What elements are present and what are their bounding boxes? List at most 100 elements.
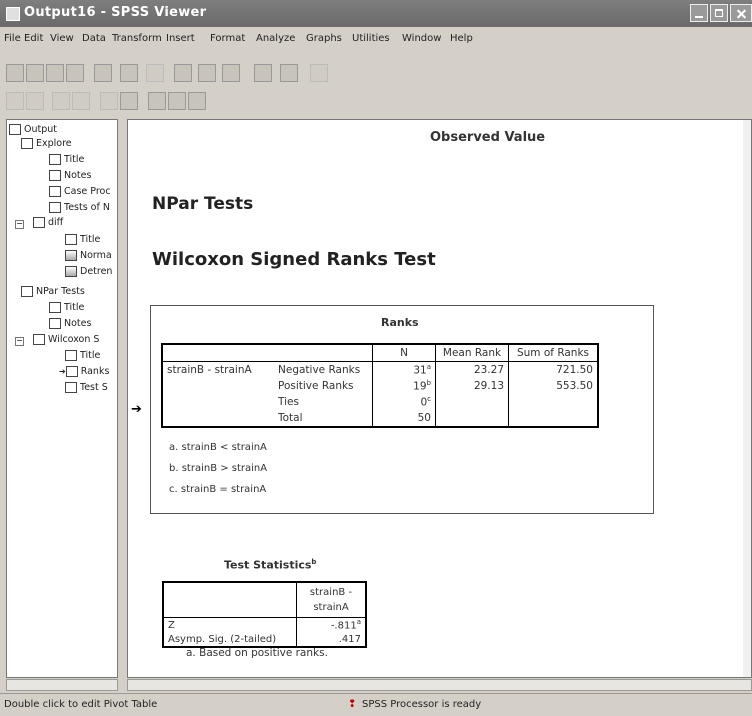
- tree-item-notes[interactable]: Notes: [49, 318, 91, 329]
- ranks-row-ties: Ties: [274, 394, 373, 410]
- variables-icon[interactable]: [222, 64, 240, 82]
- insert-heading-icon[interactable]: [148, 92, 166, 110]
- output-pane: Observed Value NPar Tests Wilcoxon Signe…: [127, 119, 752, 678]
- find-icon[interactable]: [254, 64, 272, 82]
- test-stats-footnote: a. Based on positive ranks.: [186, 647, 328, 659]
- title-icon: [65, 234, 77, 245]
- promote-icon[interactable]: [6, 92, 24, 110]
- ranks-footnote-c: c. strainB = strainA: [169, 484, 267, 495]
- ranks-positive-sum: 553.50: [556, 380, 593, 392]
- tree-item-title[interactable]: Title: [49, 154, 84, 165]
- ranks-negative-sum: 721.50: [556, 364, 593, 376]
- menu-file[interactable]: File: [4, 33, 21, 44]
- ranks-footnote-b: b. strainB > strainA: [169, 463, 268, 474]
- menu-utilities[interactable]: Utilities: [352, 33, 390, 44]
- table-icon: [49, 186, 61, 197]
- ranks-header-sum-of-ranks: Sum of Ranks: [516, 347, 590, 359]
- print-icon[interactable]: [46, 64, 64, 82]
- menu-graphs[interactable]: Graphs: [306, 33, 342, 44]
- tree-item-case-proc[interactable]: Case Proc: [49, 186, 111, 197]
- tree-item-diff[interactable]: diff: [33, 217, 63, 228]
- folder-icon: [21, 286, 33, 297]
- wilcoxon-heading: Wilcoxon Signed Ranks Test: [152, 249, 436, 270]
- insert-text-icon[interactable]: [188, 92, 206, 110]
- dialog-recall-icon[interactable]: [120, 64, 138, 82]
- ranks-row-total: Total: [274, 410, 373, 427]
- npar-tests-heading: NPar Tests: [152, 194, 254, 214]
- output-vertical-scrollbar[interactable]: [743, 120, 751, 677]
- menu-bar: File Edit View Data Transform Insert For…: [0, 31, 752, 49]
- window-title: Output16 - SPSS Viewer: [24, 5, 207, 20]
- tree-item-explore[interactable]: Explore: [21, 138, 72, 149]
- output-horizontal-scrollbar[interactable]: [127, 679, 752, 691]
- designate-window-icon[interactable]: [310, 64, 328, 82]
- app-icon: [6, 7, 20, 21]
- test-stats-column-header: strainB - strainA: [309, 587, 353, 613]
- tree-item-ranks[interactable]: ➔ Ranks: [59, 366, 109, 377]
- ranks-ties-n: 0c: [372, 394, 436, 410]
- outline-toolbar: [0, 90, 752, 116]
- ranks-pivot-table[interactable]: Ranks N Mean Rank Sum of Ranks strainB -…: [150, 305, 654, 514]
- title-bar: Output16 - SPSS Viewer: [0, 0, 752, 27]
- collapse-icon[interactable]: [72, 92, 90, 110]
- menu-view[interactable]: View: [50, 33, 74, 44]
- menu-window[interactable]: Window: [402, 33, 441, 44]
- tree-item-notes[interactable]: Notes: [49, 170, 91, 181]
- outline-pane: Output Explore Title Notes Case Proc Tes…: [6, 119, 118, 678]
- ranks-negative-n: 31a: [372, 361, 436, 378]
- folder-icon: [33, 334, 45, 345]
- close-button[interactable]: [730, 4, 752, 22]
- test-stats-row-sig: Asymp. Sig. (2-tailed): [163, 632, 297, 647]
- insert-cases-icon[interactable]: [280, 64, 298, 82]
- ranks-positive-mean: 29.13: [435, 378, 509, 394]
- tree-item-test-statistics[interactable]: Test S: [65, 382, 108, 393]
- undo-icon[interactable]: [146, 64, 164, 82]
- save-icon[interactable]: [26, 64, 44, 82]
- test-statistics-title: Test Statisticsb: [224, 558, 317, 572]
- title-icon: [49, 154, 61, 165]
- tree-expand-toggle[interactable]: −: [15, 220, 24, 229]
- ranks-total-n: 50: [372, 410, 436, 427]
- tree-item-npar-tests[interactable]: NPar Tests: [21, 286, 85, 297]
- title-icon: [65, 350, 77, 361]
- goto-case-icon[interactable]: [198, 64, 216, 82]
- menu-transform[interactable]: Transform: [112, 33, 162, 44]
- goto-data-icon[interactable]: [174, 64, 192, 82]
- print-preview-icon[interactable]: [66, 64, 84, 82]
- open-icon[interactable]: [6, 64, 24, 82]
- tree-item-title[interactable]: Title: [65, 350, 100, 361]
- tree-item-title[interactable]: Title: [65, 234, 100, 245]
- processor-status: SPSS Processor is ready: [362, 699, 482, 710]
- tree-expand-toggle[interactable]: −: [15, 337, 24, 346]
- outline-horizontal-scrollbar[interactable]: [6, 679, 118, 691]
- chart-icon: [65, 250, 77, 261]
- tree-item-output[interactable]: Output: [9, 124, 57, 135]
- test-stats-row-z: Z: [163, 617, 297, 632]
- insert-title-icon[interactable]: [168, 92, 186, 110]
- ranks-table-title: Ranks: [381, 316, 419, 329]
- menu-format[interactable]: Format: [210, 33, 245, 44]
- expand-icon[interactable]: [52, 92, 70, 110]
- menu-analyze[interactable]: Analyze: [256, 33, 295, 44]
- ranks-positive-n: 19b: [372, 378, 436, 394]
- minimize-button[interactable]: [690, 4, 708, 22]
- tree-item-wilcoxon[interactable]: Wilcoxon S: [33, 334, 99, 345]
- folder-icon: [21, 138, 33, 149]
- test-statistics-table[interactable]: strainB - strainA Z -.811a Asymp. Sig. (2…: [162, 581, 367, 648]
- export-icon[interactable]: [94, 64, 112, 82]
- menu-insert[interactable]: Insert: [166, 33, 195, 44]
- tree-item-detrended[interactable]: Detren: [65, 266, 112, 277]
- maximize-button[interactable]: [710, 4, 728, 22]
- menu-help[interactable]: Help: [450, 33, 473, 44]
- hide-icon[interactable]: [120, 92, 138, 110]
- notes-icon: [49, 318, 61, 329]
- show-icon[interactable]: [100, 92, 118, 110]
- tree-item-tests-of-normality[interactable]: Tests of N: [49, 202, 110, 213]
- demote-icon[interactable]: [26, 92, 44, 110]
- tree-item-normal-qq[interactable]: Norma: [65, 250, 112, 261]
- ranks-table: N Mean Rank Sum of Ranks strainB - strai…: [161, 343, 599, 428]
- table-icon: [49, 202, 61, 213]
- menu-edit[interactable]: Edit: [24, 33, 43, 44]
- tree-item-title[interactable]: Title: [49, 302, 84, 313]
- menu-data[interactable]: Data: [82, 33, 106, 44]
